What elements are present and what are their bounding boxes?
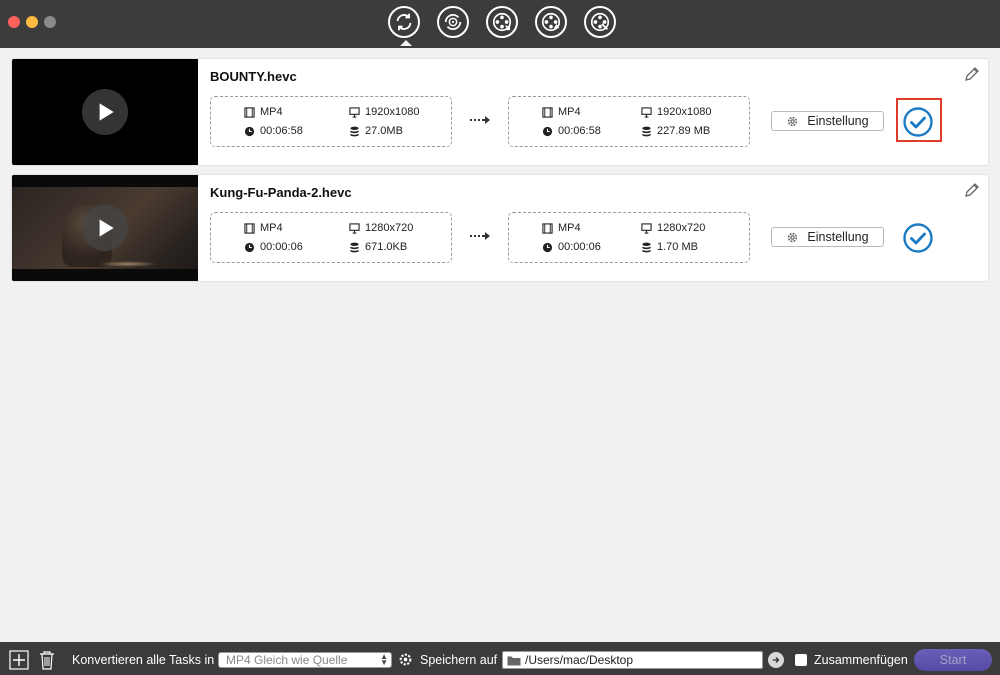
task-filename: Kung-Fu-Panda-2.hevc [210,185,352,200]
settings-button[interactable]: Einstellung [771,111,884,131]
task-card: BOUNTY.hevc MP4 1920x1080 00:06:58 27.0M… [11,58,989,166]
clock-icon [542,242,553,252]
folder-icon [507,656,521,666]
clock-icon [244,126,255,136]
settings-button[interactable]: Einstellung [771,227,884,247]
output-duration: 00:00:06 [542,241,601,253]
tools-tab[interactable] [584,6,616,38]
film-reel-tools-icon [590,12,610,32]
close-window-button[interactable] [8,16,20,28]
database-icon [642,126,651,136]
merge-checkbox[interactable] [795,654,807,666]
output-format-select[interactable]: MP4 Gleich wie Quelle ▲ ▼ [218,652,392,668]
monitor-icon [641,222,652,234]
gear-icon [788,116,798,126]
checkmark-circle-icon[interactable] [902,106,934,138]
gear-icon [788,232,798,242]
output-duration: 00:06:58 [542,125,601,137]
film-icon [542,222,553,234]
source-resolution: 1920x1080 [349,106,419,118]
task-list: BOUNTY.hevc MP4 1920x1080 00:06:58 27.0M… [0,48,1000,642]
video-thumbnail[interactable] [12,59,198,165]
clock-icon [244,242,255,252]
output-format: MP4 [542,222,581,234]
source-duration: 00:06:58 [244,125,303,137]
dotted-arrow-icon [470,232,490,240]
title-bar [0,0,1000,48]
database-icon [642,242,651,252]
task-filename: BOUNTY.hevc [210,69,297,84]
pencil-icon[interactable] [964,66,980,82]
download-tab[interactable] [486,6,518,38]
convert-tab[interactable] [388,6,420,46]
output-size: 227.89 MB [641,125,710,137]
start-button[interactable]: Start [914,649,992,671]
convert-all-label: Konvertieren alle Tasks in [72,653,215,667]
film-reel-down-icon [492,12,512,32]
play-icon [99,103,114,121]
source-duration: 00:00:06 [244,241,303,253]
source-resolution: 1280x720 [349,222,413,234]
play-button[interactable] [82,205,128,251]
task-card: Kung-Fu-Panda-2.hevc MP4 1280x720 00:00:… [11,174,989,282]
database-icon [350,126,359,136]
burn-tab[interactable] [535,6,567,38]
video-thumbnail[interactable] [12,175,198,281]
monitor-icon [641,106,652,118]
save-to-label: Speichern auf [420,653,498,667]
zoom-window-button[interactable] [44,16,56,28]
select-arrows-icon: ▲ ▼ [380,652,388,667]
rotate-film-icon [444,14,462,30]
trash-icon[interactable] [38,650,56,670]
bottom-toolbar: Konvertieren alle Tasks in MP4 Gleich wi… [0,642,1000,675]
film-icon [244,222,255,234]
open-folder-button[interactable] [768,652,784,668]
output-size: 1.70 MB [641,241,698,253]
convert-arrows-icon [396,13,412,31]
minimize-window-button[interactable] [26,16,38,28]
output-resolution: 1280x720 [641,222,705,234]
source-size: 671.0KB [349,241,407,253]
clock-icon [542,126,553,136]
arrow-right-icon [772,657,780,663]
play-icon [99,219,114,237]
gear-icon[interactable] [398,652,413,667]
pencil-icon[interactable] [964,182,980,198]
database-icon [350,242,359,252]
film-icon [244,106,255,118]
monitor-icon [349,222,360,234]
dotted-arrow-icon [470,116,490,124]
film-icon [542,106,553,118]
source-format: MP4 [244,222,283,234]
output-info-box: MP4 1920x1080 00:06:58 227.89 MB [508,96,750,147]
source-format: MP4 [244,106,283,118]
source-size: 27.0MB [349,125,403,137]
source-info-box: MP4 1280x720 00:00:06 671.0KB [210,212,452,263]
checkmark-circle-icon[interactable] [902,222,934,254]
play-button[interactable] [82,89,128,135]
add-file-icon[interactable] [9,650,29,670]
output-path-field[interactable]: /Users/mac/Desktop [502,651,763,669]
film-reel-burn-icon [541,12,561,32]
output-format: MP4 [542,106,581,118]
output-info-box: MP4 1280x720 00:00:06 1.70 MB [508,212,750,263]
rotate-tab[interactable] [437,6,469,38]
merge-label: Zusammenfügen [814,653,908,667]
output-resolution: 1920x1080 [641,106,711,118]
monitor-icon [349,106,360,118]
source-info-box: MP4 1920x1080 00:06:58 27.0MB [210,96,452,147]
